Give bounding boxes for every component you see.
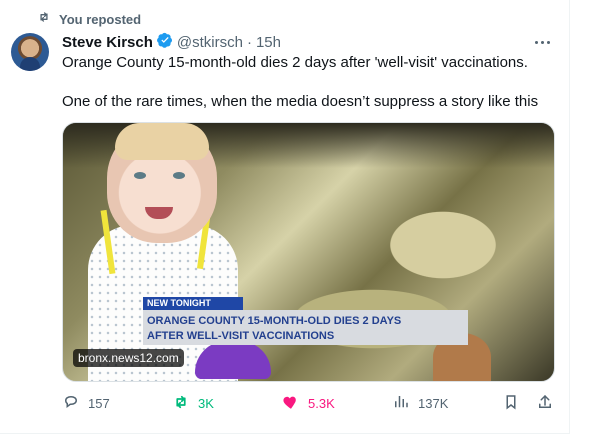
news-headline-banner: ORANGE COUNTY 15-MONTH-OLD DIES 2 DAYS A… bbox=[143, 310, 468, 345]
like-heart-icon bbox=[282, 393, 300, 414]
timeline-right-border bbox=[569, 0, 570, 434]
more-dot-3 bbox=[547, 40, 550, 44]
post-text-line-2: One of the rare times, when the media do… bbox=[62, 93, 539, 110]
repost-icon bbox=[172, 393, 190, 414]
post-text-line-1: Orange County 15-month-old dies 2 days a… bbox=[62, 54, 528, 71]
purple-toy bbox=[195, 341, 271, 379]
repost-button[interactable]: 3K bbox=[172, 393, 214, 413]
author-name[interactable]: Steve Kirsch bbox=[62, 34, 153, 51]
repost-label: You reposted bbox=[59, 11, 142, 27]
like-count: 5.3K bbox=[308, 395, 335, 411]
reply-button[interactable]: 157 bbox=[62, 393, 110, 413]
header-separator: · bbox=[246, 33, 252, 51]
share-button[interactable] bbox=[536, 393, 554, 413]
news-headline-line-2: AFTER WELL-VISIT VACCINATIONS bbox=[147, 330, 335, 342]
author-avatar[interactable] bbox=[11, 33, 49, 71]
news-banner-tag: NEW TONIGHT bbox=[143, 297, 243, 310]
bookmark-icon bbox=[502, 393, 520, 414]
more-dot-2 bbox=[541, 40, 544, 44]
more-options-icon[interactable] bbox=[535, 35, 555, 49]
more-dot-1 bbox=[535, 40, 538, 44]
repost-icon bbox=[37, 10, 51, 29]
repost-count: 3K bbox=[198, 395, 214, 411]
post-time[interactable]: 15h bbox=[256, 34, 281, 51]
post-media-card[interactable]: NEW TONIGHT ORANGE COUNTY 15-MONTH-OLD D… bbox=[62, 122, 555, 382]
child-eye-right bbox=[173, 172, 185, 179]
child-photo-hair bbox=[115, 123, 209, 160]
news-headline-line-1: ORANGE COUNTY 15-MONTH-OLD DIES 2 DAYS bbox=[147, 315, 402, 327]
views-button[interactable]: 137K bbox=[392, 393, 448, 413]
like-button[interactable]: 5.3K bbox=[282, 393, 335, 413]
share-icon bbox=[536, 393, 554, 414]
post-actions-bar: 157 3K 5.3K 137K bbox=[62, 393, 553, 413]
author-handle[interactable]: @stkirsch bbox=[177, 34, 243, 51]
verified-badge-icon bbox=[156, 32, 173, 52]
reply-icon bbox=[62, 393, 80, 414]
repost-indicator: You reposted bbox=[37, 10, 141, 28]
link-source-chip[interactable]: bronx.news12.com bbox=[73, 349, 184, 367]
child-eye-left bbox=[134, 172, 146, 179]
post-header: Steve Kirsch @stkirsch · 15h bbox=[62, 32, 281, 52]
bookmark-button[interactable] bbox=[502, 393, 520, 413]
views-chart-icon bbox=[392, 393, 410, 414]
reply-count: 157 bbox=[88, 395, 110, 411]
views-count: 137K bbox=[418, 395, 449, 411]
